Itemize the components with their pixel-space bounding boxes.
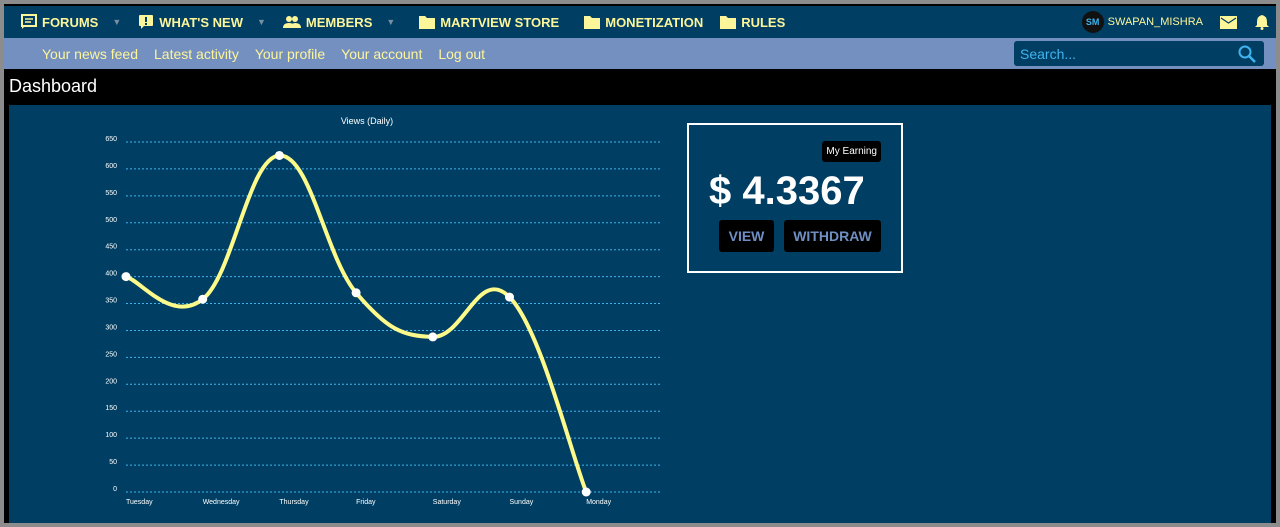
nav-label: MARTVIEW STORE xyxy=(440,14,560,30)
y-tick-label: 600 xyxy=(105,163,117,170)
whats-new-icon xyxy=(139,15,154,29)
data-point xyxy=(505,292,514,302)
series-line xyxy=(125,153,589,493)
y-tick-label: 450 xyxy=(105,244,117,251)
nav-monetization[interactable]: MONETIZATION xyxy=(584,15,703,30)
page-title: Dashboard xyxy=(9,76,98,96)
avatar[interactable]: SM xyxy=(1081,11,1104,33)
dashboard-content: Views (Daily) 0 50 100 150 200 250 300 350 400 450… xyxy=(9,105,1271,523)
top-navigation: FORUMS ▼ WHAT'S NEW ▼ MEMBERS ▼ MARTVIEW ST… xyxy=(4,6,1276,38)
search-input[interactable] xyxy=(1020,45,1220,62)
y-tick-label: 50 xyxy=(109,459,117,466)
x-tick-label: Thursday xyxy=(279,499,309,506)
nav-martview-store[interactable]: MARTVIEW STORE xyxy=(419,15,559,30)
nav-label: MONETIZATION xyxy=(605,14,704,30)
sub-navigation: Your news feed Latest activity Your prof… xyxy=(4,38,1276,69)
nav-label: RULES xyxy=(741,14,786,30)
nav-label: MEMBERS xyxy=(305,14,373,30)
y-tick-label: 150 xyxy=(105,405,117,412)
data-point xyxy=(198,294,208,304)
data-point xyxy=(428,332,438,342)
search-box xyxy=(1014,41,1264,66)
x-tick-label: Wednesday xyxy=(203,499,240,506)
data-point xyxy=(351,288,361,298)
chevron-down-icon[interactable]: ▼ xyxy=(112,17,121,27)
x-tick-label: Saturday xyxy=(433,499,462,506)
link-latest-activity[interactable]: Latest activity xyxy=(154,46,239,62)
x-tick-label: Monday xyxy=(586,499,611,506)
y-tick-label: 650 xyxy=(105,136,117,143)
bell-icon[interactable] xyxy=(1255,14,1269,30)
mail-icon[interactable] xyxy=(1220,15,1237,29)
earning-card: My Earning $ 4.3367 VIEW WITHDRAW xyxy=(687,123,903,273)
folder-icon xyxy=(419,16,436,29)
username[interactable]: SWAPAN_MISHRA xyxy=(1108,16,1203,28)
link-log-out[interactable]: Log out xyxy=(438,46,485,62)
y-tick-label: 250 xyxy=(105,351,117,358)
nav-whats-new[interactable]: WHAT'S NEW ▼ xyxy=(138,14,266,30)
nav-forums[interactable]: FORUMS ▼ xyxy=(21,14,121,30)
earning-tag: My Earning xyxy=(822,141,881,162)
user-area: SM SWAPAN_MISHRA xyxy=(1081,6,1276,38)
page-frame: FORUMS ▼ WHAT'S NEW ▼ MEMBERS ▼ MARTVIEW ST… xyxy=(4,4,1276,523)
folder-icon xyxy=(584,16,601,29)
chevron-down-icon[interactable]: ▼ xyxy=(386,17,395,27)
nav-label: FORUMS xyxy=(42,14,99,30)
forum-icon xyxy=(21,14,37,29)
y-tick-label: 500 xyxy=(105,217,117,224)
members-icon xyxy=(282,16,301,28)
link-your-profile[interactable]: Your profile xyxy=(255,46,325,62)
link-news-feed[interactable]: Your news feed xyxy=(42,46,138,62)
withdraw-button[interactable]: WITHDRAW xyxy=(784,220,881,252)
earning-amount: $ 4.3367 xyxy=(709,169,865,213)
chevron-down-icon[interactable]: ▼ xyxy=(257,17,266,27)
nav-members[interactable]: MEMBERS ▼ xyxy=(282,14,395,30)
x-tick-label: Tuesday xyxy=(126,499,153,506)
view-button[interactable]: VIEW xyxy=(719,220,774,252)
nav-label: WHAT'S NEW xyxy=(159,14,243,30)
y-tick-label: 300 xyxy=(105,324,117,331)
y-tick-label: 550 xyxy=(105,190,117,197)
y-tick-label: 0 xyxy=(113,486,117,493)
nav-rules[interactable]: RULES xyxy=(720,15,785,30)
x-tick-label: Friday xyxy=(356,499,376,506)
folder-icon xyxy=(720,16,737,29)
link-your-account[interactable]: Your account xyxy=(341,46,422,62)
data-point xyxy=(274,150,284,160)
y-tick-label: 400 xyxy=(105,271,117,278)
views-chart: Views (Daily) 0 50 100 150 200 250 300 350 400 450… xyxy=(105,116,660,506)
data-point xyxy=(581,487,591,497)
y-tick-label: 200 xyxy=(105,378,117,385)
data-point xyxy=(121,272,131,282)
search-icon[interactable] xyxy=(1238,45,1256,63)
y-tick-label: 100 xyxy=(105,432,117,439)
chart-title: Views (Daily) xyxy=(341,116,393,126)
y-tick-label: 350 xyxy=(105,298,117,305)
x-tick-label: Sunday xyxy=(510,499,534,506)
